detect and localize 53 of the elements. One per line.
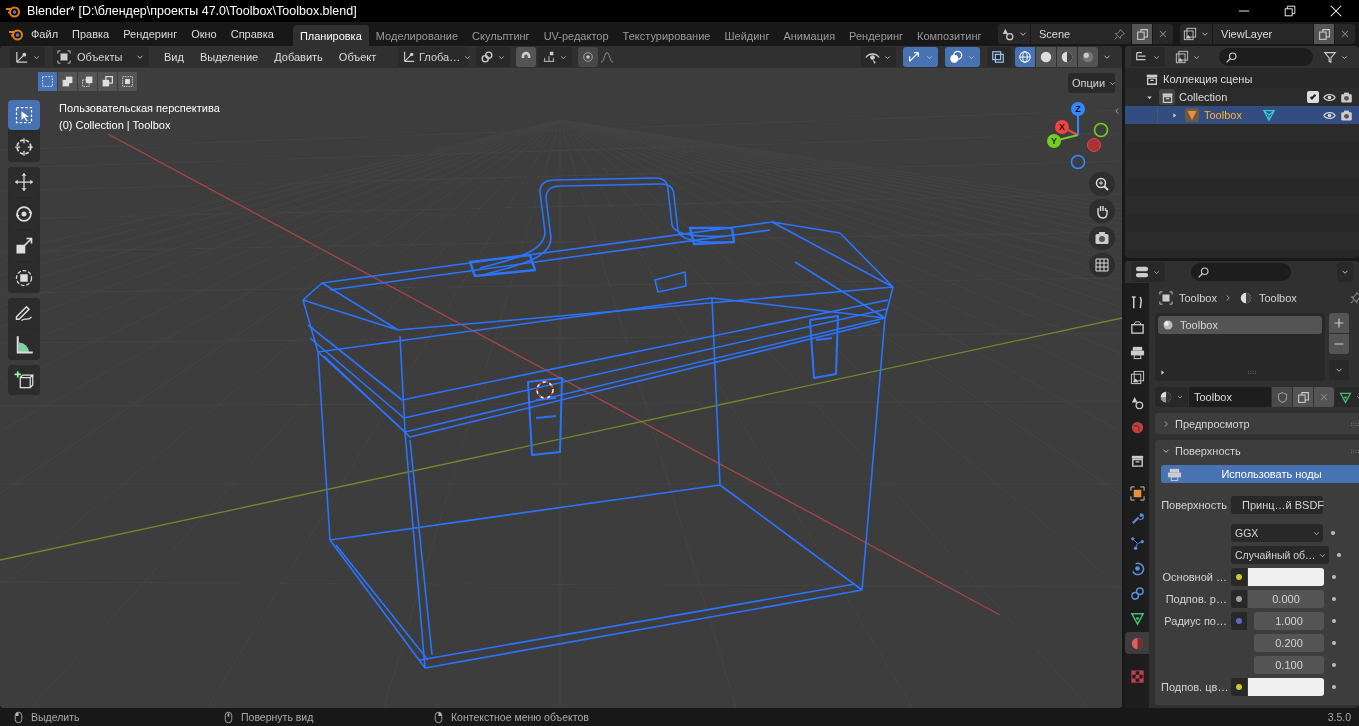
context-info: (0) Collection | Toolbox	[59, 118, 172, 133]
number-field[interactable]: 0.000	[1248, 590, 1324, 608]
workspace-tab[interactable]: Композитинг	[910, 25, 989, 46]
orientation-dropdown[interactable]: Глоба…	[398, 47, 468, 67]
view-layer-field[interactable]: ViewLayer	[1213, 24, 1313, 44]
number-field[interactable]: 1.000	[1254, 612, 1324, 630]
view-name: Пользовательская перспектива	[59, 101, 220, 116]
workspace-tab[interactable]: UV-редактор	[536, 25, 616, 46]
workspace-tab[interactable]: Моделирование	[368, 25, 466, 46]
dropdown-field[interactable]: GGX	[1231, 524, 1323, 542]
menu-item[interactable]: Добавить	[267, 47, 330, 67]
field-label: Радиус по…	[1164, 615, 1227, 627]
scene-field[interactable]: Scene	[1031, 24, 1131, 44]
material-slot[interactable]: Toolbox	[1158, 316, 1322, 334]
field-label: Подпов. цв…	[1161, 681, 1229, 693]
hint-label: Выделить	[31, 711, 80, 723]
use-nodes-button[interactable]: Использовать ноды	[1161, 465, 1359, 483]
field-label: Поверхность	[1161, 499, 1227, 511]
workspace-tab[interactable]: Анимация	[776, 25, 843, 46]
number-field[interactable]: 0.200	[1254, 634, 1324, 652]
menu-item[interactable]: Окно	[184, 24, 224, 44]
workspace-tab[interactable]: Рендеринг	[842, 25, 911, 46]
outliner-row[interactable]: Коллекция сцены	[1125, 70, 1359, 88]
workspace-tab[interactable]: Планировка	[292, 25, 369, 46]
workspace-tab[interactable]: Шейдинг	[717, 25, 777, 46]
item-label: Коллекция сцены	[1163, 73, 1253, 85]
workspace-tab[interactable]: Скульптинг	[465, 25, 537, 46]
window-title: Blender* [D:\блендер\проекты 47.0\Toolbox\Toolbox.blend]	[27, 4, 357, 18]
breadcrumb-item[interactable]: Toolbox	[1258, 292, 1297, 304]
menu-item[interactable]: Объект	[331, 47, 384, 67]
menu-item[interactable]: Выделение	[192, 47, 266, 67]
menu-item[interactable]: Вид	[157, 47, 191, 67]
workspace-tab[interactable]: Текстурирование	[615, 25, 718, 46]
item-label: Collection	[1179, 91, 1228, 103]
item-label: Toolbox	[1204, 109, 1242, 121]
breadcrumb-item[interactable]: Toolbox	[1179, 292, 1217, 304]
menu-item[interactable]: Файл	[24, 24, 66, 44]
dropdown-field[interactable]: Случайный об…	[1231, 546, 1329, 564]
outliner-row[interactable]: Toolbox	[1125, 106, 1359, 124]
number-field[interactable]: 0.100	[1254, 656, 1324, 674]
navigation-gizmo[interactable]: X Y Z	[1040, 98, 1116, 174]
version-label: 3.5.0	[1327, 711, 1351, 723]
hint-label: Контекстное меню объектов	[451, 711, 589, 723]
material-name-field[interactable]: Toolbox	[1189, 387, 1271, 407]
menu-item[interactable]: Правка	[65, 24, 117, 44]
shader-field[interactable]: Принц…й BSDF	[1231, 496, 1323, 514]
options-dropdown[interactable]: Опции	[1068, 73, 1115, 93]
field-label: Основной …	[1162, 571, 1227, 583]
field-label: Подпов. р…	[1165, 593, 1227, 605]
mode-dropdown[interactable]: Объекты	[53, 47, 149, 67]
menu-item[interactable]: Рендеринг	[116, 24, 185, 44]
hint-label: Повернуть вид	[241, 711, 314, 723]
menu-item[interactable]: Справка	[223, 24, 281, 44]
